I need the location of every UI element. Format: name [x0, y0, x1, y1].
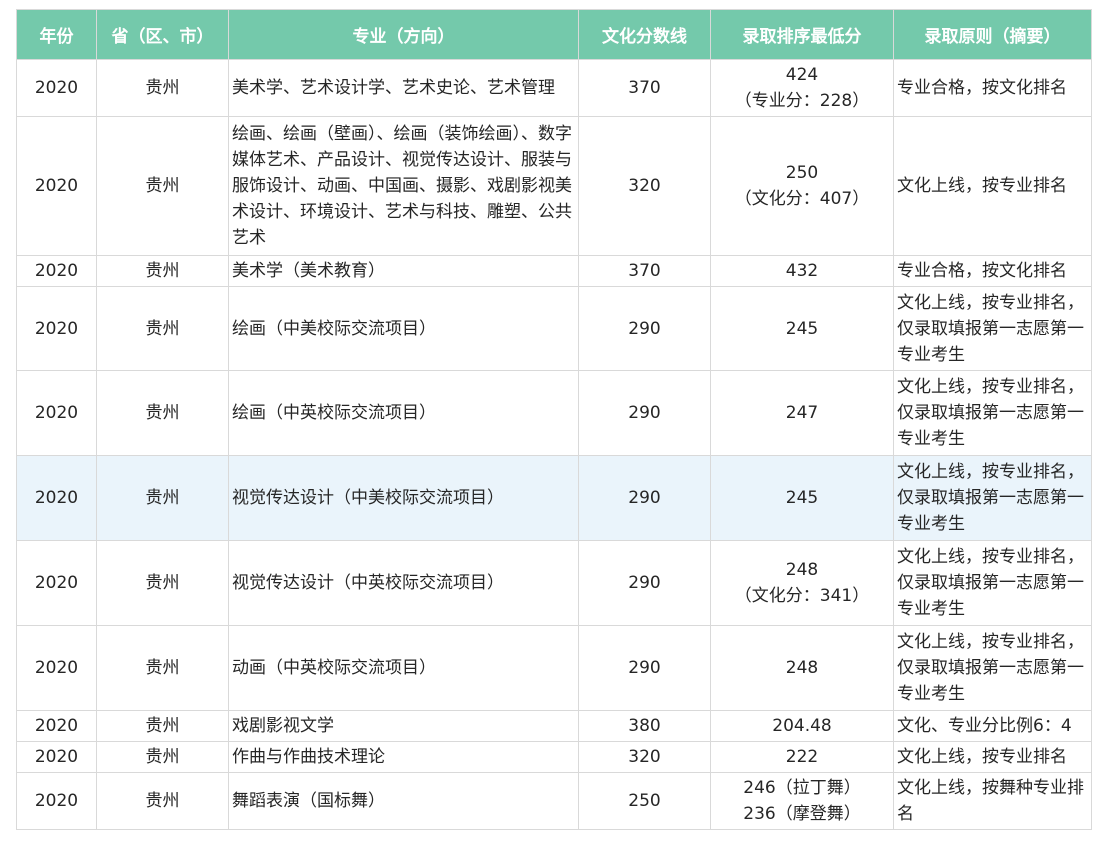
cell-province: 贵州 [96, 455, 229, 541]
table-row: 2020 贵州 视觉传达设计（中英校际交流项目） 290 248 （文化分：341… [16, 540, 1092, 626]
cell-culture-line: 290 [578, 455, 711, 541]
cell-province: 贵州 [96, 59, 229, 117]
cell-culture-line: 250 [578, 772, 711, 830]
table-row: 2020 贵州 美术学、艺术设计学、艺术史论、艺术管理 370 424 （专业分：… [16, 59, 1092, 117]
cell-min-score: 245 [710, 455, 894, 541]
admission-table-container: 年份 省（区、市） 专业（方向） 文化分数线 录取排序最低分 录取原则（摘要） … [16, 9, 1092, 830]
cell-year: 2020 [16, 540, 97, 626]
cell-min-score: 250 （文化分：407） [710, 116, 894, 256]
cell-culture-line: 290 [578, 370, 711, 456]
cell-year: 2020 [16, 772, 97, 830]
table-row: 2020 贵州 美术学（美术教育） 370 432 专业合格，按文化排名 [16, 255, 1092, 287]
min-score-value: 424 [785, 65, 819, 85]
cell-major: 绘画、绘画（壁画）、绘画（装饰绘画）、数字媒体艺术、产品设计、视觉传达设计、服装… [228, 116, 579, 256]
table-row: 2020 贵州 绘画（中美校际交流项目） 290 245 文化上线，按专业排名，… [16, 286, 1092, 371]
cell-min-score: 247 [710, 370, 894, 456]
cell-province: 贵州 [96, 255, 229, 287]
table-row: 2020 贵州 绘画、绘画（壁画）、绘画（装饰绘画）、数字媒体艺术、产品设计、视… [16, 116, 1092, 256]
cell-principle: 文化上线，按专业排名，仅录取填报第一志愿第一专业考生 [893, 370, 1092, 456]
table-row: 2020 贵州 视觉传达设计（中美校际交流项目） 290 245 文化上线，按专… [16, 455, 1092, 541]
cell-major: 美术学（美术教育） [228, 255, 579, 287]
cell-principle: 文化上线，按舞种专业排名 [893, 772, 1092, 830]
min-score-value: 246（拉丁舞） [743, 778, 861, 798]
cell-major: 作曲与作曲技术理论 [228, 741, 579, 773]
cell-year: 2020 [16, 116, 97, 256]
header-principle: 录取原则（摘要） [893, 9, 1092, 60]
cell-principle: 专业合格，按文化排名 [893, 255, 1092, 287]
cell-province: 贵州 [96, 710, 229, 742]
cell-principle: 专业合格，按文化排名 [893, 59, 1092, 117]
cell-min-score: 248 [710, 625, 894, 711]
cell-year: 2020 [16, 625, 97, 711]
cell-min-score: 248 （文化分：341） [710, 540, 894, 626]
header-year: 年份 [16, 9, 97, 60]
cell-culture-line: 320 [578, 116, 711, 256]
cell-major: 绘画（中美校际交流项目） [228, 286, 579, 371]
cell-culture-line: 320 [578, 741, 711, 773]
min-score-value: 250 [785, 163, 819, 183]
cell-province: 贵州 [96, 625, 229, 711]
min-score-value: 248 [785, 560, 819, 580]
cell-principle: 文化上线，按专业排名 [893, 741, 1092, 773]
cell-major: 视觉传达设计（中英校际交流项目） [228, 540, 579, 626]
header-province: 省（区、市） [96, 9, 229, 60]
table-row: 2020 贵州 舞蹈表演（国标舞） 250 246（拉丁舞） 236（摩登舞） 文… [16, 772, 1092, 830]
cell-year: 2020 [16, 710, 97, 742]
cell-major: 美术学、艺术设计学、艺术史论、艺术管理 [228, 59, 579, 117]
header-culture-line: 文化分数线 [578, 9, 711, 60]
cell-major: 舞蹈表演（国标舞） [228, 772, 579, 830]
cell-culture-line: 370 [578, 255, 711, 287]
cell-year: 2020 [16, 455, 97, 541]
cell-principle: 文化、专业分比例6：4 [893, 710, 1092, 742]
admission-table: 年份 省（区、市） 专业（方向） 文化分数线 录取排序最低分 录取原则（摘要） … [16, 9, 1092, 830]
cell-province: 贵州 [96, 370, 229, 456]
cell-min-score: 245 [710, 286, 894, 371]
cell-province: 贵州 [96, 741, 229, 773]
min-score-note: （文化分：407） [734, 189, 870, 209]
table-header-row: 年份 省（区、市） 专业（方向） 文化分数线 录取排序最低分 录取原则（摘要） [16, 9, 1092, 60]
table-row: 2020 贵州 作曲与作曲技术理论 320 222 文化上线，按专业排名 [16, 741, 1092, 773]
cell-min-score: 432 [710, 255, 894, 287]
cell-principle: 文化上线，按专业排名，仅录取填报第一志愿第一专业考生 [893, 540, 1092, 626]
cell-principle: 文化上线，按专业排名，仅录取填报第一志愿第一专业考生 [893, 625, 1092, 711]
table-row: 2020 贵州 绘画（中英校际交流项目） 290 247 文化上线，按专业排名，… [16, 370, 1092, 456]
cell-culture-line: 290 [578, 625, 711, 711]
cell-year: 2020 [16, 286, 97, 371]
cell-min-score: 204.48 [710, 710, 894, 742]
cell-major: 视觉传达设计（中美校际交流项目） [228, 455, 579, 541]
cell-principle: 文化上线，按专业排名，仅录取填报第一志愿第一专业考生 [893, 286, 1092, 371]
cell-year: 2020 [16, 370, 97, 456]
header-major: 专业（方向） [228, 9, 579, 60]
cell-year: 2020 [16, 59, 97, 117]
table-row: 2020 贵州 动画（中英校际交流项目） 290 248 文化上线，按专业排名，… [16, 625, 1092, 711]
cell-major: 戏剧影视文学 [228, 710, 579, 742]
cell-province: 贵州 [96, 116, 229, 256]
table-row: 2020 贵州 戏剧影视文学 380 204.48 文化、专业分比例6：4 [16, 710, 1092, 742]
cell-min-score: 222 [710, 741, 894, 773]
cell-culture-line: 290 [578, 540, 711, 626]
cell-principle: 文化上线，按专业排名 [893, 116, 1092, 256]
cell-culture-line: 380 [578, 710, 711, 742]
min-score-note: （文化分：341） [734, 586, 870, 606]
cell-min-score: 424 （专业分：228） [710, 59, 894, 117]
cell-province: 贵州 [96, 772, 229, 830]
min-score-note: （专业分：228） [734, 91, 870, 111]
cell-major: 绘画（中英校际交流项目） [228, 370, 579, 456]
min-score-note: 236（摩登舞） [743, 804, 861, 824]
cell-culture-line: 370 [578, 59, 711, 117]
header-min-score: 录取排序最低分 [710, 9, 894, 60]
cell-year: 2020 [16, 741, 97, 773]
cell-year: 2020 [16, 255, 97, 287]
cell-major: 动画（中英校际交流项目） [228, 625, 579, 711]
cell-province: 贵州 [96, 286, 229, 371]
cell-culture-line: 290 [578, 286, 711, 371]
cell-min-score: 246（拉丁舞） 236（摩登舞） [710, 772, 894, 830]
cell-province: 贵州 [96, 540, 229, 626]
cell-principle: 文化上线，按专业排名，仅录取填报第一志愿第一专业考生 [893, 455, 1092, 541]
